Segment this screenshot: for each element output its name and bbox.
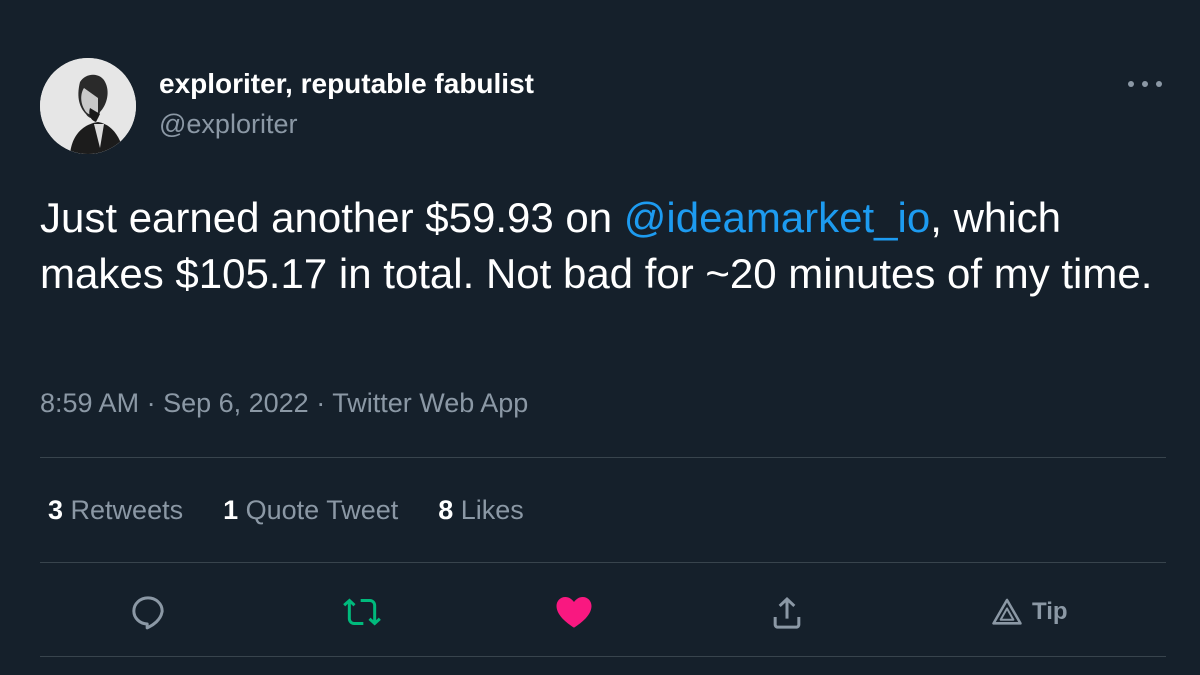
tweet-text-part: Just earned another $59.93 on: [40, 194, 624, 241]
avatar[interactable]: [40, 58, 136, 154]
tweet-source[interactable]: Twitter Web App: [332, 388, 528, 418]
retweet-icon: [343, 598, 381, 626]
retweets-stat[interactable]: 3 Retweets: [48, 495, 183, 526]
author-display-name[interactable]: exploriter, reputable fabulist: [159, 68, 534, 100]
like-button[interactable]: [553, 590, 595, 634]
tweet-card: exploriter, reputable fabulist @explorit…: [0, 0, 1200, 675]
tweet-meta: 8:59 AM · Sep 6, 2022 · Twitter Web App: [40, 388, 528, 419]
quotes-label: Quote Tweet: [238, 495, 399, 525]
more-options-icon[interactable]: [1128, 70, 1162, 98]
tweet-stats: 3 Retweets 1 Quote Tweet 8 Likes: [48, 495, 564, 526]
tweet-time[interactable]: 8:59 AM: [40, 388, 139, 418]
mention-link[interactable]: @ideamarket_io: [624, 194, 930, 241]
divider: [40, 656, 1166, 657]
retweets-label: Retweets: [63, 495, 184, 525]
reply-button[interactable]: [128, 590, 168, 634]
retweet-button[interactable]: [340, 590, 384, 634]
quotes-stat[interactable]: 1 Quote Tweet: [223, 495, 398, 526]
heart-icon: [556, 597, 592, 628]
likes-stat[interactable]: 8 Likes: [438, 495, 524, 526]
more-dot: [1128, 81, 1134, 87]
reply-icon: [132, 596, 164, 630]
share-button[interactable]: [767, 590, 807, 634]
meta-separator: ·: [308, 388, 333, 418]
divider: [40, 562, 1166, 563]
quotes-count: 1: [223, 495, 239, 525]
author-handle[interactable]: @exploriter: [159, 109, 297, 140]
more-dot: [1156, 81, 1162, 87]
tip-label: Tip: [1032, 598, 1068, 625]
share-icon: [773, 597, 801, 629]
likes-count: 8: [438, 495, 454, 525]
tweet-text: Just earned another $59.93 on @ideamarke…: [40, 190, 1165, 302]
likes-label: Likes: [453, 495, 524, 525]
retweets-count: 3: [48, 495, 64, 525]
more-dot: [1142, 81, 1148, 87]
divider: [40, 457, 1166, 458]
meta-separator: ·: [139, 388, 164, 418]
tweet-date[interactable]: Sep 6, 2022: [163, 388, 309, 418]
tip-button[interactable]: Tip: [990, 590, 1068, 634]
tip-icon: [992, 598, 1022, 625]
avatar-image: [40, 58, 136, 154]
